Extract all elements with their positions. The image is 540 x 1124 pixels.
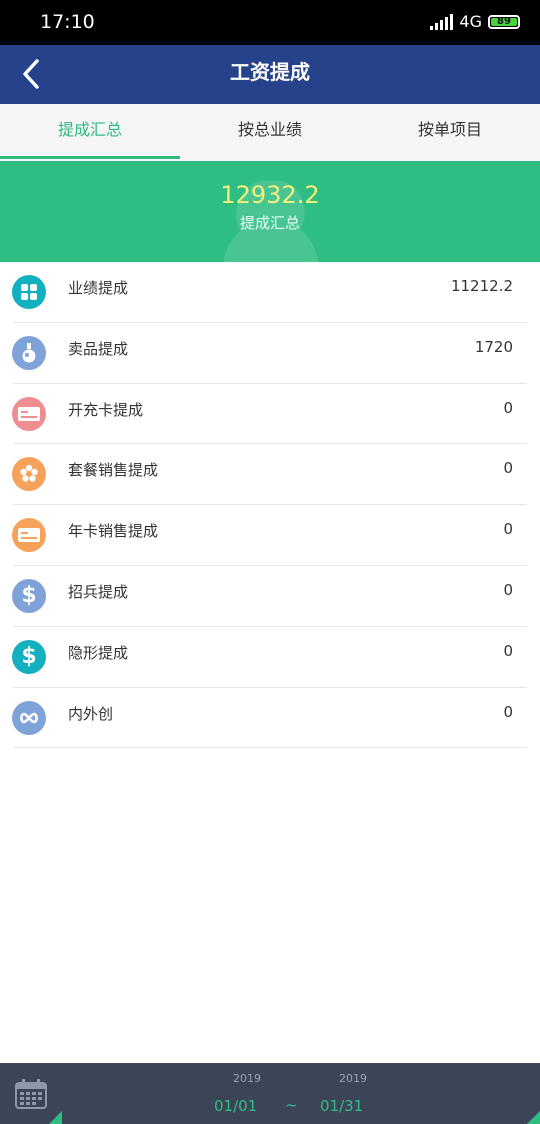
battery-icon: 89 — [488, 14, 520, 29]
battery-level: 89 — [497, 16, 511, 27]
end-date[interactable]: 01/31 — [320, 1097, 363, 1115]
item-label: 业绩提成 — [68, 279, 129, 297]
card-icon — [12, 396, 46, 431]
summary-banner: 12932.2 提成汇总 — [0, 161, 540, 262]
item-value: 0 — [503, 520, 513, 539]
start-year: 2019 — [233, 1072, 261, 1085]
item-value: 0 — [503, 641, 513, 660]
infinity-icon — [12, 700, 46, 735]
date-separator: ~ — [285, 1096, 298, 1114]
list-item-annual-card-sales-commission[interactable]: 年卡销售提成 0 — [0, 505, 540, 566]
item-label: 年卡销售提成 — [68, 522, 159, 541]
potion-icon — [12, 335, 46, 370]
item-label: 卖品提成 — [68, 339, 129, 358]
item-value: 1720 — [474, 337, 513, 356]
signal-icon — [430, 13, 454, 30]
list-item-performance-commission[interactable]: 业绩提成 11212.2 — [0, 262, 540, 323]
status-time: 17:10 — [40, 11, 95, 33]
list-item-product-commission[interactable]: 卖品提成 1720 — [0, 323, 540, 384]
item-label: 招兵提成 — [68, 582, 129, 601]
summary-total-label: 提成汇总 — [239, 214, 300, 232]
item-value: 0 — [503, 398, 513, 417]
item-label: 开充卡提成 — [68, 400, 144, 419]
list-item-internal-external[interactable]: 内外创 0 — [0, 688, 540, 749]
network-type: 4G — [459, 12, 482, 31]
date-range-bar: 2019 01/01 ~ 2019 01/31 — [0, 1063, 540, 1124]
tab-bar: 提成汇总 按总业绩 按单项目 — [0, 104, 540, 161]
item-label: 套餐销售提成 — [68, 461, 159, 480]
list-item-hidden-commission[interactable]: $ 隐形提成 0 — [0, 627, 540, 688]
dollar-icon: $ — [12, 578, 46, 613]
corner-accent — [49, 1111, 62, 1124]
page-title: 工资提成 — [230, 60, 310, 84]
grid-icon — [12, 275, 46, 309]
list-item-package-sales-commission[interactable]: 套餐销售提成 0 — [0, 444, 540, 505]
app-header: 工资提成 — [0, 45, 540, 104]
commission-list: 业绩提成 11212.2 卖品提成 1720 开充卡提成 0 套餐销售提成 0 … — [0, 262, 540, 749]
item-label: 内外创 — [68, 704, 114, 723]
calendar-icon[interactable] — [15, 1079, 47, 1109]
tab-by-single-item[interactable]: 按单项目 — [360, 104, 540, 161]
flower-icon — [12, 457, 46, 492]
tab-commission-summary[interactable]: 提成汇总 — [0, 104, 180, 161]
item-value: 0 — [503, 580, 513, 599]
dollar-icon: $ — [12, 639, 46, 674]
status-bar: 17:10 4G 89 — [0, 0, 540, 45]
tab-by-total-performance[interactable]: 按总业绩 — [180, 104, 360, 161]
item-value: 0 — [503, 702, 513, 721]
item-value: 11212.2 — [450, 277, 513, 295]
summary-total-value: 12932.2 — [220, 181, 320, 209]
list-item-recruitment-commission[interactable]: $ 招兵提成 0 — [0, 566, 540, 627]
end-year: 2019 — [339, 1072, 367, 1085]
item-value: 0 — [503, 459, 513, 478]
start-date[interactable]: 01/01 — [214, 1097, 257, 1115]
corner-accent — [527, 1111, 540, 1124]
item-label: 隐形提成 — [68, 643, 129, 662]
status-indicators: 4G 89 — [430, 12, 520, 31]
card-icon — [12, 518, 46, 553]
list-item-card-opening-commission[interactable]: 开充卡提成 0 — [0, 384, 540, 445]
